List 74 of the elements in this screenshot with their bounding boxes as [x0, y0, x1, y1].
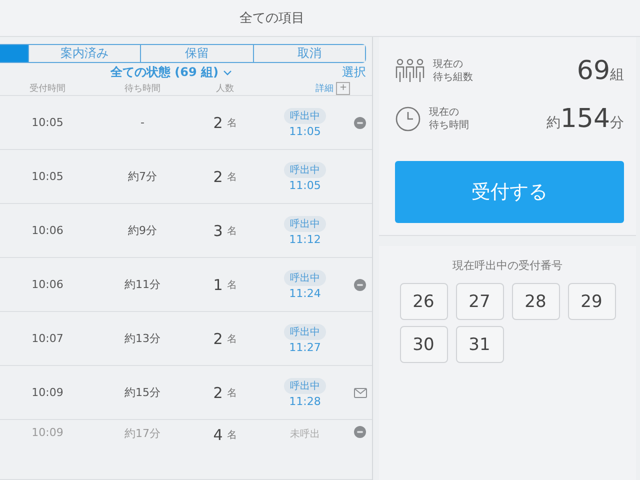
party-unit: 名 — [226, 429, 237, 442]
party-size: 2 — [213, 114, 223, 132]
party-size: 2 — [213, 384, 223, 402]
stat-unit: 組 — [610, 66, 624, 84]
party-unit: 名 — [226, 386, 237, 400]
party-unit: 名 — [226, 332, 237, 346]
queue-row[interactable]: 10:05 - 2 名 呼出中 11:05 — [0, 96, 372, 150]
detail-link[interactable]: 詳細 — [315, 82, 334, 95]
wait-time: 約11分 — [124, 277, 162, 292]
ticket-number: 28 — [512, 283, 560, 320]
ticket-number: 26 — [400, 283, 448, 320]
call-time: 11:05 — [289, 178, 321, 192]
status-tab[interactable]: 取消 — [252, 45, 365, 62]
call-status: 呼出中 — [284, 108, 326, 124]
call-time: 11:28 — [289, 394, 321, 408]
accept-button[interactable]: 受付する — [395, 161, 624, 223]
call-status: 呼出中 — [284, 270, 326, 286]
call-time: 11:05 — [289, 124, 321, 138]
column-header: 待ち時間 — [124, 82, 162, 95]
ticket-number: 31 — [456, 326, 504, 363]
reception-time: 10:09 — [30, 386, 64, 399]
queue-row[interactable]: 10:09 約17分 4 名 未呼出 — [0, 420, 372, 480]
select-link[interactable]: 選択 — [342, 64, 366, 81]
call-status: 未呼出 — [289, 428, 321, 442]
stat-prefix: 約 — [546, 114, 560, 132]
party-size: 4 — [213, 426, 223, 444]
party-unit: 名 — [226, 116, 237, 130]
wait-time: 約7分 — [127, 169, 158, 184]
queue-row[interactable]: 10:06 約11分 1 名 呼出中 11:24 — [0, 258, 372, 312]
reception-time: 10:06 — [30, 224, 64, 237]
party-size: 3 — [213, 222, 223, 240]
party-unit: 名 — [226, 278, 237, 292]
ticket-number: 27 — [456, 283, 504, 320]
status-filter-dropdown[interactable]: 全ての状態 (69 組) — [0, 64, 342, 81]
call-status: 呼出中 — [284, 216, 326, 232]
wait-time: 約15分 — [124, 385, 162, 400]
call-time: 11:12 — [289, 232, 321, 246]
call-time: 11:24 — [289, 286, 321, 300]
reception-time: 10:07 — [30, 332, 64, 345]
queue-row[interactable]: 10:06 約9分 3 名 呼出中 11:12 — [0, 204, 372, 258]
queue-row[interactable]: 10:09 約15分 2 名 呼出中 11:28 — [0, 366, 372, 420]
add-button[interactable]: + — [336, 82, 350, 95]
stat-value: 69 — [576, 56, 610, 86]
status-tab[interactable] — [0, 45, 28, 62]
wait-time: 約13分 — [124, 331, 162, 346]
column-header: 人数 — [215, 82, 235, 95]
wait-time: - — [140, 116, 146, 129]
party-size: 1 — [213, 276, 223, 294]
reception-time: 10:06 — [30, 278, 64, 291]
call-status: 呼出中 — [284, 378, 326, 394]
call-status: 呼出中 — [284, 162, 326, 178]
page-title: 全ての項目 — [240, 10, 304, 27]
reception-time: 10:05 — [30, 170, 64, 183]
queue-row[interactable]: 10:05 約7分 2 名 呼出中 11:05 — [0, 150, 372, 204]
stat-unit: 分 — [610, 114, 624, 132]
calling-title: 現在呼出中の受付番号 — [452, 258, 564, 273]
call-status: 呼出中 — [284, 324, 326, 340]
call-time: 11:27 — [289, 340, 321, 354]
party-size: 2 — [213, 330, 223, 348]
chevron-down-icon — [222, 70, 232, 76]
party-size: 2 — [213, 168, 223, 186]
column-header: 受付時間 — [28, 82, 66, 95]
party-unit: 名 — [226, 170, 237, 184]
stat-value: 154 — [560, 104, 610, 134]
ticket-number: 30 — [400, 326, 448, 363]
queue-row[interactable]: 10:07 約13分 2 名 呼出中 11:27 — [0, 312, 372, 366]
party-unit: 名 — [226, 224, 237, 238]
wait-time: 約9分 — [127, 223, 158, 238]
ticket-number: 29 — [568, 283, 616, 320]
stat-label: 現在の 待ち組数 — [433, 58, 473, 84]
stat-label: 現在の 待ち時間 — [429, 106, 469, 132]
wait-time: 約17分 — [124, 426, 162, 441]
reception-time: 10:09 — [30, 426, 64, 439]
reception-time: 10:05 — [30, 116, 64, 129]
